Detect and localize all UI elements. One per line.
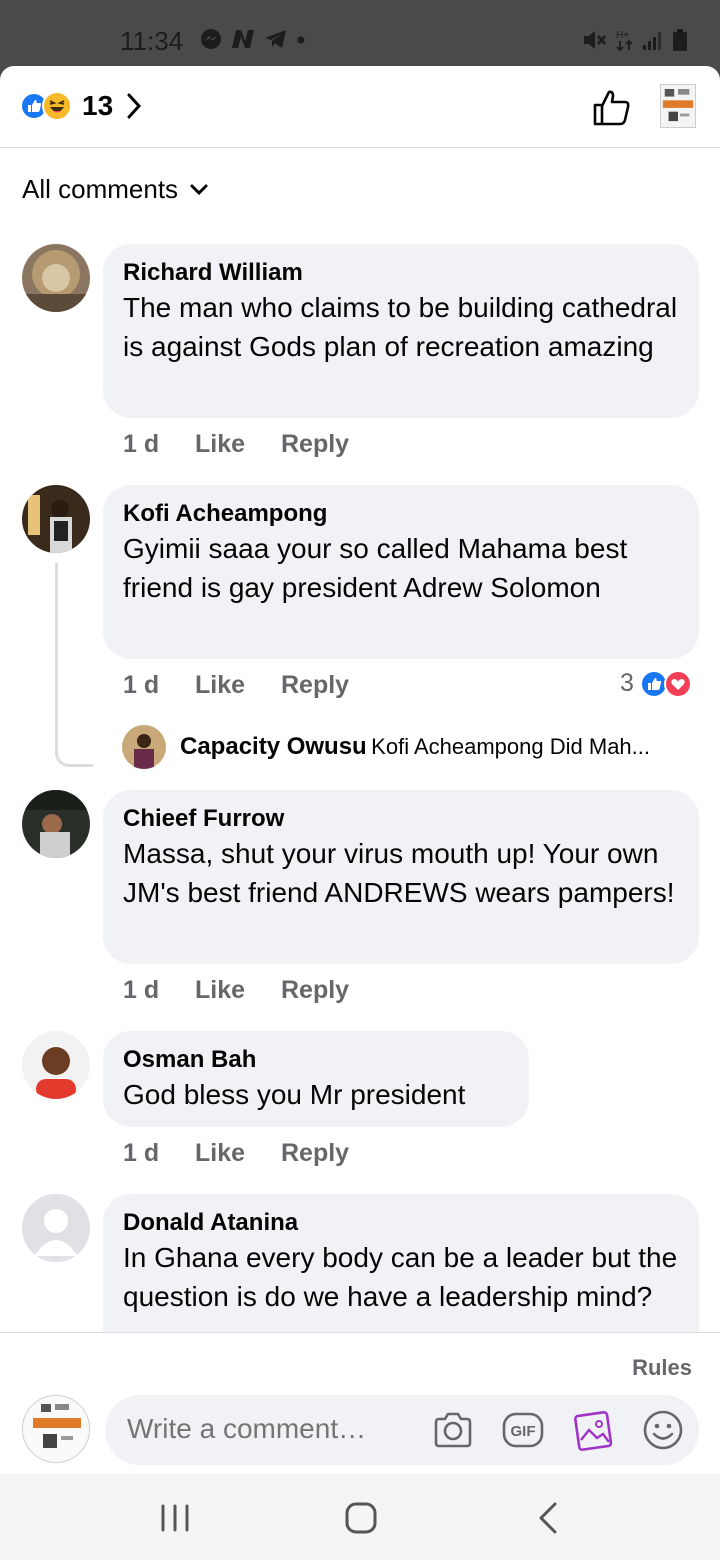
person-avatar-image xyxy=(22,790,90,858)
avatar[interactable] xyxy=(22,1395,90,1463)
like-button[interactable]: Like xyxy=(195,976,281,1005)
rules-link[interactable]: Rules xyxy=(632,1355,692,1381)
back-icon[interactable] xyxy=(529,1498,569,1538)
comment-author[interactable]: Donald Atanina xyxy=(123,1208,679,1238)
like-button[interactable]: Like xyxy=(195,430,281,459)
comment-bubble: Richard William The man who claims to be… xyxy=(103,244,699,418)
status-bar: 11:34 H+ xyxy=(0,0,720,66)
avatar[interactable] xyxy=(22,1031,90,1099)
reply-button[interactable]: Reply xyxy=(281,976,349,1005)
filter-label: All comments xyxy=(22,174,179,204)
person-avatar-image xyxy=(22,1031,90,1099)
status-notification-icons xyxy=(200,28,306,50)
reply-button[interactable]: Reply xyxy=(281,671,349,700)
battery-icon xyxy=(673,29,687,51)
lion-avatar-image xyxy=(22,244,90,312)
svg-text:H+: H+ xyxy=(616,30,629,41)
page-avatar-image xyxy=(23,1396,89,1462)
reaction-count: 13 xyxy=(82,90,114,121)
mute-icon xyxy=(584,31,606,49)
comment-composer-bar: Rules GIF xyxy=(0,1332,720,1474)
comment-text: In Ghana every body can be a leader but … xyxy=(123,1242,678,1312)
svg-text:GIF: GIF xyxy=(511,1423,536,1440)
avatar[interactable] xyxy=(22,790,90,858)
person-avatar-image xyxy=(122,725,166,769)
page-thumbnail[interactable] xyxy=(660,84,696,128)
default-avatar-icon xyxy=(22,1194,90,1262)
comment-reaction-count: 3 xyxy=(620,669,634,697)
comment-actions: 1 d Like Reply xyxy=(123,1139,349,1168)
reply-author: Capacity Owusu xyxy=(180,733,367,760)
comment-text: The man who claims to be building cathed… xyxy=(123,292,678,362)
comment-input[interactable] xyxy=(127,1413,417,1445)
comment-text: God bless you Mr president xyxy=(123,1079,466,1110)
like-button[interactable]: Like xyxy=(195,1139,281,1168)
sheet-header: 13 xyxy=(0,66,720,148)
emoji-icon[interactable] xyxy=(641,1408,685,1452)
comment-time: 1 d xyxy=(123,671,160,699)
comment-text: Gyimii saaa your so called Mahama best f… xyxy=(123,533,628,603)
comment-bubble: Osman Bah God bless you Mr president xyxy=(103,1031,529,1127)
n-icon xyxy=(232,30,254,48)
comment-time: 1 d xyxy=(123,430,160,458)
comment-actions: 1 d Like Reply xyxy=(123,976,349,1005)
thumbs-up-icon[interactable] xyxy=(590,86,634,130)
comment-composer: GIF xyxy=(105,1395,699,1465)
comment-text: Massa, shut your virus mouth up! Your ow… xyxy=(123,838,675,908)
status-time: 11:34 xyxy=(120,26,184,56)
reactions-summary[interactable]: 13 xyxy=(20,90,143,122)
haha-reaction-icon xyxy=(42,91,72,121)
data-icon: H+ xyxy=(616,30,633,52)
comment-author[interactable]: Chieef Furrow xyxy=(123,804,679,834)
love-reaction-icon xyxy=(663,669,692,698)
reply-text: Kofi Acheampong Did Mah... xyxy=(371,734,650,759)
comment-bubble: Chieef Furrow Massa, shut your virus mou… xyxy=(103,790,699,964)
comments-sheet: 13 All comments Richard William The man … xyxy=(0,66,720,1474)
comment-author[interactable]: Kofi Acheampong xyxy=(123,499,679,529)
home-icon[interactable] xyxy=(341,1498,381,1538)
comment-author[interactable]: Osman Bah xyxy=(123,1045,509,1075)
telegram-icon xyxy=(265,30,286,48)
comment-actions: 1 d Like Reply xyxy=(123,671,349,700)
like-button[interactable]: Like xyxy=(195,671,281,700)
recent-apps-icon[interactable] xyxy=(155,1498,195,1538)
status-system-icons: H+ xyxy=(582,28,688,52)
reply-thread-line xyxy=(55,563,93,767)
comment-time: 1 d xyxy=(123,976,160,1004)
comment-actions: 1 d Like Reply xyxy=(123,430,349,459)
comments-filter[interactable]: All comments xyxy=(22,174,208,205)
comment-time: 1 d xyxy=(123,1139,160,1167)
avatar[interactable] xyxy=(22,1194,90,1262)
avatar[interactable] xyxy=(22,485,90,553)
system-navigation-bar xyxy=(0,1474,720,1560)
sticker-icon[interactable] xyxy=(571,1408,615,1452)
signal-icon xyxy=(643,32,661,50)
reply-button[interactable]: Reply xyxy=(281,430,349,459)
chevron-right-icon xyxy=(127,93,142,119)
avatar[interactable] xyxy=(22,244,90,312)
comment-author[interactable]: Richard William xyxy=(123,258,679,288)
gif-icon[interactable]: GIF xyxy=(501,1408,545,1452)
chevron-down-icon xyxy=(190,184,208,195)
comment-reactions[interactable]: 3 xyxy=(620,669,692,698)
dot-icon xyxy=(297,36,305,44)
reply-preview[interactable]: Capacity Owusu Kofi Acheampong Did Mah..… xyxy=(122,725,650,769)
messenger-icon xyxy=(201,29,221,49)
comment-bubble: Kofi Acheampong Gyimii saaa your so call… xyxy=(103,485,699,659)
person-avatar-image xyxy=(22,485,90,553)
avatar[interactable] xyxy=(122,725,166,769)
reply-button[interactable]: Reply xyxy=(281,1139,349,1168)
camera-icon[interactable] xyxy=(431,1408,475,1452)
